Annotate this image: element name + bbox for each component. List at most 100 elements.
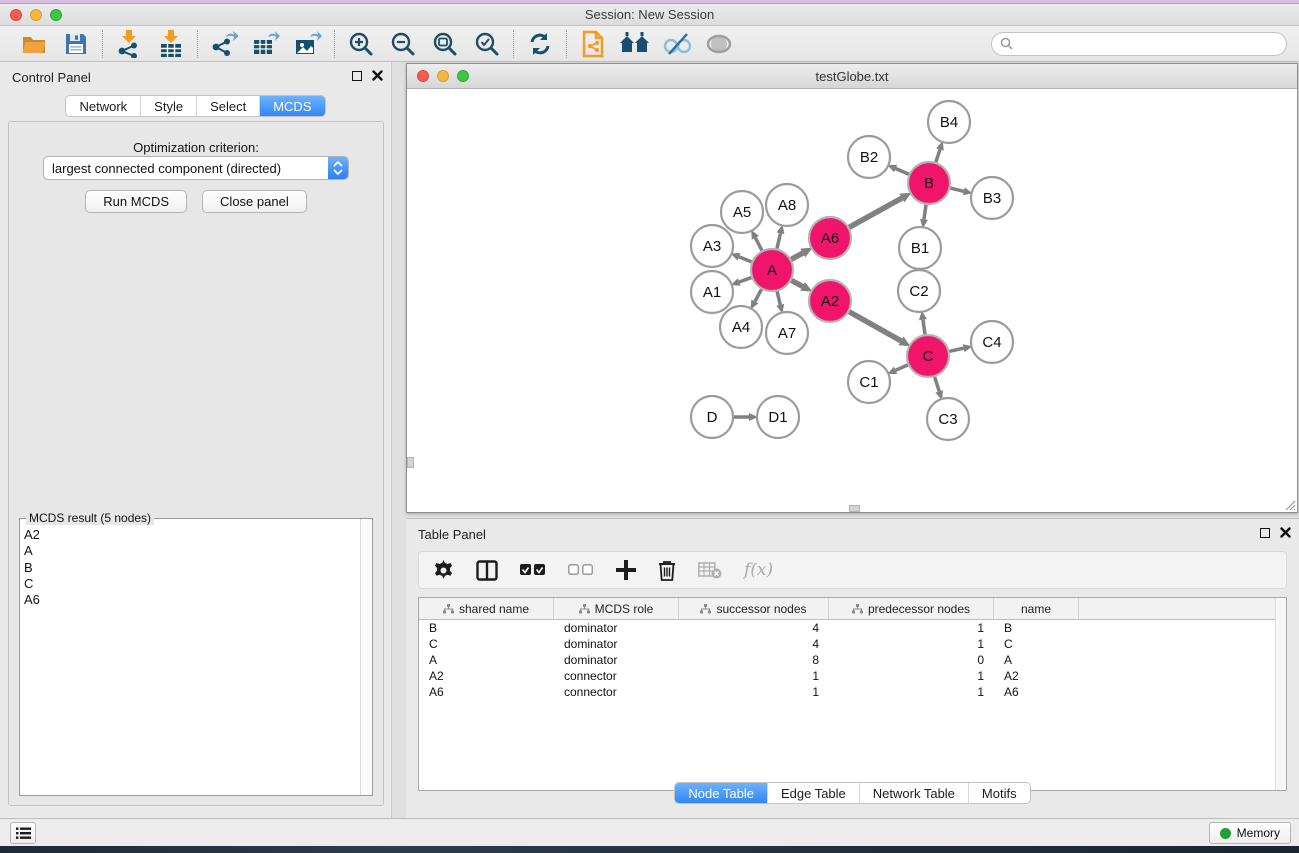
memory-button[interactable]: Memory (1209, 822, 1291, 844)
column-header-predecessor-nodes[interactable]: predecessor nodes (829, 598, 994, 619)
graph-edge-C-C3[interactable] (935, 377, 943, 400)
graph-node-A5[interactable]: A5 (721, 191, 763, 233)
export-table-icon[interactable] (250, 29, 282, 59)
graph-edge-A-A8[interactable] (777, 224, 785, 248)
canvas-vscroll-stub[interactable] (407, 457, 414, 468)
task-history-button[interactable] (10, 822, 36, 844)
graph-edge-B-B1[interactable] (920, 205, 928, 228)
table-row[interactable]: Bdominator41B (419, 620, 1286, 636)
new-session-from-file-icon[interactable] (577, 29, 609, 59)
graph-node-A6[interactable]: A6 (809, 217, 851, 259)
resize-grip-icon[interactable] (1283, 498, 1296, 511)
graph-node-D1[interactable]: D1 (757, 396, 799, 438)
close-panel-icon[interactable] (372, 70, 383, 81)
show-eye-icon[interactable] (703, 29, 735, 59)
delete-column-trash-icon[interactable] (658, 560, 676, 581)
graph-edge-C-C2[interactable] (919, 311, 927, 334)
close-panel-button[interactable]: Close panel (202, 190, 307, 213)
graph-node-B[interactable]: B (908, 162, 950, 204)
graph-node-B3[interactable]: B3 (971, 177, 1013, 219)
tab-edge-table[interactable]: Edge Table (768, 783, 860, 803)
float-table-panel-icon[interactable] (1260, 528, 1270, 538)
column-selector-icon[interactable] (476, 560, 498, 581)
save-session-icon[interactable] (60, 29, 92, 59)
import-network-icon[interactable] (113, 29, 145, 59)
export-network-icon[interactable] (208, 29, 240, 59)
delete-table-icon[interactable] (698, 561, 722, 579)
tab-select[interactable]: Select (197, 96, 260, 116)
graph-edge-D-D1[interactable] (734, 413, 758, 421)
table-settings-gear-icon[interactable] (433, 560, 454, 581)
table-row[interactable]: Cdominator41C (419, 636, 1286, 652)
table-row[interactable]: A2connector11A2 (419, 668, 1286, 684)
graph-edge-B-B4[interactable] (936, 141, 944, 162)
graph-edge-A-A4[interactable] (751, 289, 762, 309)
graph-edge-A6-B[interactable] (849, 193, 911, 228)
add-column-icon[interactable] (616, 560, 636, 580)
tab-mcds[interactable]: MCDS (260, 96, 324, 116)
zoom-fit-icon[interactable] (429, 29, 461, 59)
run-mcds-button[interactable]: Run MCDS (85, 190, 187, 213)
graph-edge-A-A3[interactable] (731, 253, 752, 262)
graph-edge-B-B3[interactable] (950, 187, 972, 195)
float-panel-icon[interactable] (352, 71, 362, 81)
close-table-panel-icon[interactable] (1280, 527, 1291, 538)
tab-style[interactable]: Style (141, 96, 197, 116)
tab-node-table[interactable]: Node Table (675, 783, 768, 803)
home-icon[interactable] (619, 29, 651, 59)
graph-node-C1[interactable]: C1 (848, 361, 890, 403)
graph-edge-C-C1[interactable] (887, 365, 908, 374)
graph-node-C3[interactable]: C3 (927, 398, 969, 440)
graph-node-A1[interactable]: A1 (691, 271, 733, 313)
network-canvas[interactable]: B4B2BB3A8A5A6A3B1AC2A1A2A4A7C4CC1C3DD1 (407, 89, 1297, 512)
mcds-result-item[interactable]: A6 (24, 592, 40, 608)
column-header-shared-name[interactable]: shared name (419, 598, 554, 619)
deselect-all-icon[interactable] (568, 564, 594, 576)
graph-node-A2[interactable]: A2 (809, 280, 851, 322)
table-row[interactable]: A6connector11A6 (419, 684, 1286, 700)
graph-node-C4[interactable]: C4 (971, 321, 1013, 363)
mcds-result-item[interactable]: A (24, 543, 40, 559)
graph-node-A4[interactable]: A4 (720, 306, 762, 348)
graph-edge-A-A2[interactable] (791, 280, 812, 291)
search-input[interactable] (1018, 37, 1278, 51)
graph-node-C2[interactable]: C2 (898, 270, 940, 312)
column-header-successor-nodes[interactable]: successor nodes (679, 598, 829, 619)
tab-network-table[interactable]: Network Table (860, 783, 969, 803)
open-session-icon[interactable] (18, 29, 50, 59)
table-row[interactable]: Adominator80A (419, 652, 1286, 668)
zoom-selected-icon[interactable] (471, 29, 503, 59)
mcds-result-item[interactable]: A2 (24, 527, 40, 543)
table-scrollbar[interactable] (1275, 598, 1286, 790)
network-window-titlebar[interactable]: testGlobe.txt (407, 64, 1297, 89)
column-header-MCDS-role[interactable]: MCDS role (554, 598, 679, 619)
graph-node-C[interactable]: C (907, 335, 949, 377)
graph-node-A[interactable]: A (751, 249, 793, 291)
tab-motifs[interactable]: Motifs (969, 783, 1030, 803)
graph-node-B1[interactable]: B1 (899, 227, 941, 269)
graph-node-A3[interactable]: A3 (691, 225, 733, 267)
refresh-icon[interactable] (524, 29, 556, 59)
graph-node-B2[interactable]: B2 (848, 136, 890, 178)
column-header-name[interactable]: name (994, 598, 1079, 619)
graph-edge-B-B2[interactable] (887, 165, 908, 174)
graph-node-A8[interactable]: A8 (766, 184, 808, 226)
graph-edge-A-A7[interactable] (776, 291, 784, 313)
graph-edge-A2-C[interactable] (849, 312, 910, 346)
select-all-icon[interactable] (520, 564, 546, 576)
criterion-dropdown[interactable]: largest connected component (directed) (43, 156, 349, 180)
graph-edge-A-A6[interactable] (791, 248, 812, 260)
hide-glasses-icon[interactable] (661, 29, 693, 59)
import-table-icon[interactable] (155, 29, 187, 59)
result-scrollbar[interactable] (360, 519, 372, 795)
zoom-in-icon[interactable] (345, 29, 377, 59)
mcds-result-item[interactable]: B (24, 560, 40, 576)
graph-node-A7[interactable]: A7 (766, 312, 808, 354)
graph-edge-C-C4[interactable] (949, 344, 972, 352)
graph-edge-A-A5[interactable] (751, 230, 762, 251)
graph-node-B4[interactable]: B4 (928, 101, 970, 143)
graph-edge-A-A1[interactable] (731, 278, 752, 286)
canvas-hscroll-stub[interactable] (849, 505, 860, 512)
mcds-result-item[interactable]: C (24, 576, 40, 592)
zoom-out-icon[interactable] (387, 29, 419, 59)
